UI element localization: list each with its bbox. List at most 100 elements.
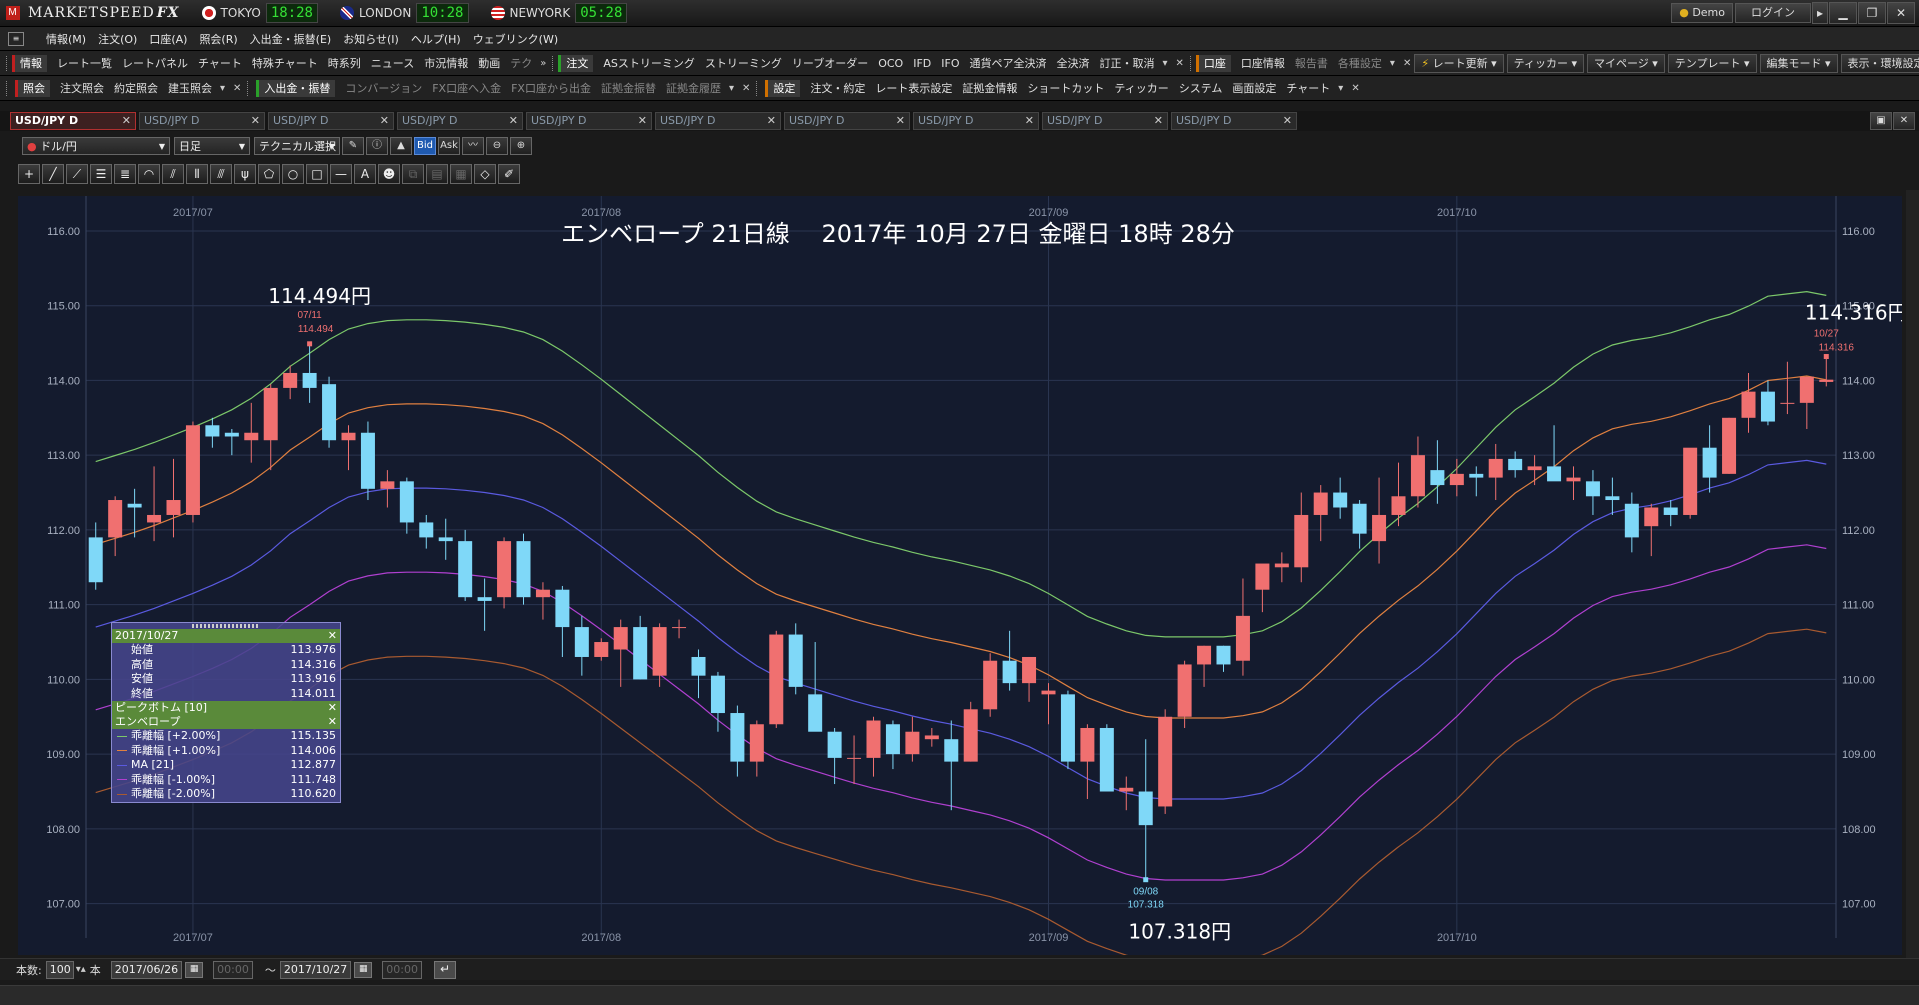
vertical-lines-icon[interactable]: ⦀ (186, 164, 208, 184)
toolbar-news[interactable]: ニュース (371, 55, 414, 71)
toolbar-screen-settings[interactable]: 画面設定 (1232, 80, 1276, 96)
mountain-chart-icon[interactable]: ▲ (390, 137, 412, 155)
toolbar-execution-inquiry[interactable]: 約定照会 (114, 80, 158, 96)
channel-icon[interactable]: ⫻ (210, 164, 232, 184)
menu-list-icon[interactable]: ≡ (8, 32, 24, 46)
toolbar-conversion[interactable]: コンバージョン (345, 80, 422, 96)
close-icon[interactable]: ✕ (1887, 2, 1915, 24)
dropdown-icon[interactable]: ▾ (1390, 58, 1395, 69)
dropdown-icon[interactable]: ▾ (1338, 83, 1343, 94)
tab-usdjpy-5[interactable]: USD/JPY D ✕ (526, 112, 652, 130)
count-input[interactable]: 100 (45, 960, 74, 979)
toolbar-modify-cancel[interactable]: 訂正・取消 (1100, 55, 1155, 71)
close-icon[interactable]: ✕ (122, 113, 131, 129)
toolbar-grip[interactable] (756, 80, 760, 96)
close-icon[interactable]: ✕ (638, 113, 647, 129)
dropdown-icon[interactable]: ▾ (729, 83, 734, 94)
close-icon[interactable]: ✕ (328, 629, 337, 643)
count-spin-icon[interactable]: ▾▴ (76, 964, 86, 975)
menu-info[interactable]: 情報(M) (46, 31, 86, 47)
fan-icon[interactable]: ◠ (138, 164, 160, 184)
toolbar-video[interactable]: 動画 (478, 55, 500, 71)
toolbar-ifo[interactable]: IFO (941, 57, 959, 70)
toolbar-margin-transfer[interactable]: 証拠金振替 (601, 80, 656, 96)
menu-transfer[interactable]: 入出金・振替(E) (250, 31, 332, 47)
toolbar-order-inquiry[interactable]: 注文照会 (60, 80, 104, 96)
calendar-icon[interactable]: ▦ (185, 961, 204, 978)
info-icon[interactable]: ⓘ (366, 137, 388, 155)
close-icon[interactable]: ✕ (509, 113, 518, 129)
menu-news[interactable]: お知らせ(I) (343, 31, 399, 47)
toolbar-grip[interactable] (6, 55, 7, 71)
circle-icon[interactable]: ○ (282, 164, 304, 184)
menu-order[interactable]: 注文(O) (98, 31, 137, 47)
close-icon[interactable]: ✕ (233, 83, 241, 94)
toolbar-rate-display[interactable]: レート表示設定 (875, 80, 952, 96)
zoom-in-icon[interactable]: ⊕ (510, 137, 532, 155)
to-date-input[interactable]: 2017/10/27 (279, 960, 352, 979)
close-icon[interactable]: ✕ (251, 113, 260, 129)
dropdown-icon[interactable]: ▾ (1163, 58, 1168, 69)
tab-usdjpy-1[interactable]: USD/JPY D ✕ (10, 112, 136, 130)
horizontal-lines-icon[interactable]: ☰ (90, 164, 112, 184)
close-icon[interactable]: ✕ (1893, 112, 1915, 130)
toolbar-leave-order[interactable]: リーブオーダー (792, 55, 868, 71)
toolbar-close-all[interactable]: 全決済 (1057, 55, 1090, 71)
toolbar-position-inquiry[interactable]: 建玉照会 (168, 80, 212, 96)
more-icon[interactable]: » (540, 58, 546, 69)
close-icon[interactable]: ✕ (1176, 58, 1184, 69)
hline-icon[interactable]: — (330, 164, 352, 184)
toolbar-chart[interactable]: チャート (198, 55, 242, 71)
toolbar-margin-info[interactable]: 証拠金情報 (962, 80, 1017, 96)
toolbar-ifd[interactable]: IFD (913, 57, 931, 70)
currency-pair-select[interactable]: ● ドル/円 ▼ (22, 137, 170, 155)
ticker-button[interactable]: ティッカー ▾ (1506, 53, 1584, 73)
zoom-out-icon[interactable]: ⊖ (486, 137, 508, 155)
toolbar-account-info[interactable]: 口座情報 (1241, 55, 1285, 71)
tab-usdjpy-2[interactable]: USD/JPY D ✕ (139, 112, 265, 130)
toolbar-rate-panel[interactable]: レートパネル (122, 55, 188, 71)
close-icon[interactable]: ✕ (380, 113, 389, 129)
copy-icon[interactable]: ⧉ (402, 164, 424, 184)
trendline-icon[interactable]: ╱ (42, 164, 64, 184)
pitchfork-icon[interactable]: ψ (234, 164, 256, 184)
toolbar-pair-close-all[interactable]: 通貨ペア全決済 (970, 55, 1047, 71)
rate-refresh-button[interactable]: ⚡ レート更新 ▾ (1414, 53, 1504, 73)
layers-icon[interactable]: ▦ (450, 164, 472, 184)
calendar-icon[interactable]: ▦ (354, 961, 373, 978)
text-icon[interactable]: A (354, 164, 376, 184)
close-icon[interactable]: ✕ (1403, 58, 1411, 69)
toolbar-order-settings[interactable]: 注文・約定 (810, 80, 865, 96)
toolbar-grip[interactable] (6, 80, 10, 96)
bid-button[interactable]: Bid (414, 137, 436, 155)
template-button[interactable]: テンプレート ▾ (1667, 53, 1757, 73)
toolbar-rate-list[interactable]: レート一覧 (57, 55, 112, 71)
demo-button[interactable]: ● Demo (1671, 3, 1733, 23)
menu-weblink[interactable]: ウェブリンク(W) (473, 31, 558, 47)
from-date-input[interactable]: 2017/06/26 (110, 960, 183, 979)
close-icon[interactable]: ✕ (328, 715, 337, 729)
toolbar-grip[interactable] (247, 80, 251, 96)
crosshair-icon[interactable]: + (18, 164, 40, 184)
paste-icon[interactable]: ▤ (426, 164, 448, 184)
toolbar-ticker-settings[interactable]: ティッカー (1114, 80, 1168, 96)
drag-handle[interactable] (192, 624, 260, 628)
ask-button[interactable]: Ask (438, 137, 460, 155)
price-chart[interactable]: 116.00 116.00 115.00 115.00 114.00 114.00 113.… (18, 196, 1902, 955)
close-icon[interactable]: ✕ (1283, 113, 1292, 129)
display-settings-button[interactable]: 表示・環境設定 ▾ (1840, 53, 1919, 73)
toolbar-settings[interactable]: 各種設定 (1338, 55, 1382, 71)
toolbar-special-chart[interactable]: 特殊チャート (252, 55, 318, 71)
close-icon[interactable]: ✕ (767, 113, 776, 129)
tab-usdjpy-7[interactable]: USD/JPY D ✕ (784, 112, 910, 130)
toolbar-grip[interactable] (552, 55, 554, 71)
minimize-icon[interactable]: ▁ (1829, 2, 1857, 24)
toolbar-market-info[interactable]: 市況情報 (424, 55, 468, 71)
pen-icon[interactable]: ✎ (342, 137, 364, 155)
tab-usdjpy-8[interactable]: USD/JPY D ✕ (913, 112, 1039, 130)
close-icon[interactable]: ✕ (1351, 83, 1359, 94)
data-window[interactable]: 2017/10/27 ✕ 始値 113.976 高値 114.316 安値 113.91… (111, 622, 341, 803)
restore-icon[interactable]: ❐ (1858, 2, 1886, 24)
toolbar-system[interactable]: システム (1179, 80, 1223, 96)
toolbar-tech[interactable]: テク (510, 55, 532, 71)
